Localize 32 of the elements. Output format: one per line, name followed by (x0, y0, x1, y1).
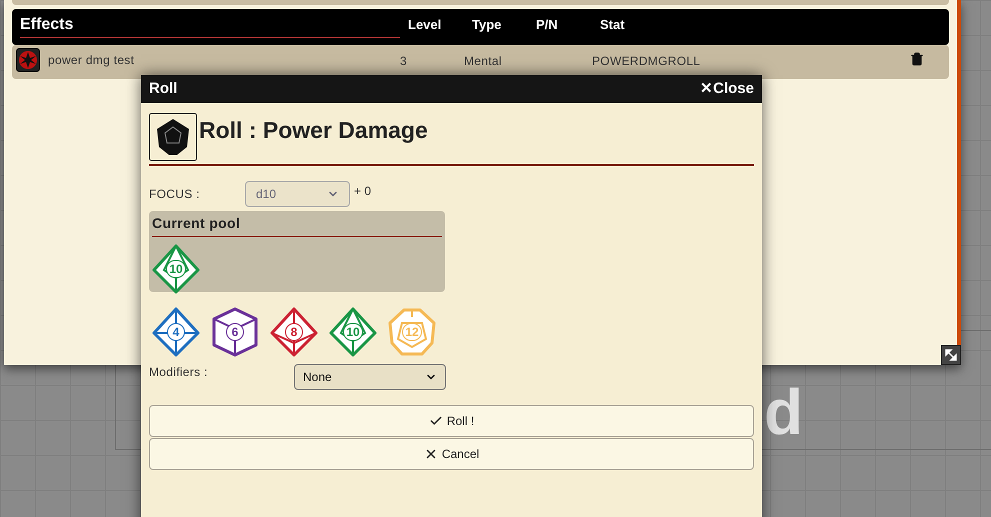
modifiers-select[interactable]: None (294, 364, 446, 390)
table-cell-text: POWERDMGROLL (592, 53, 702, 70)
dodecahedron-icon (149, 113, 197, 162)
resize-handle[interactable] (941, 345, 961, 365)
effect-name: power dmg test (48, 52, 134, 69)
die-button[interactable]: 10 (328, 306, 378, 356)
modifiers-label: Modifiers : (149, 364, 209, 380)
focus-select[interactable]: d10 (245, 180, 350, 206)
die-button[interactable]: 10 (151, 244, 201, 294)
column-header: Type (472, 17, 502, 32)
focus-label: FOCUS : (149, 186, 201, 202)
dialog-title: Roll (149, 78, 178, 99)
column-header: Level (408, 17, 442, 32)
table-cell-text: 3 (400, 53, 408, 70)
focus-bonus: + 0 (354, 182, 372, 200)
die-icon (388, 306, 436, 356)
pool-title: Current pool (152, 214, 240, 230)
die-button[interactable]: 8 (269, 306, 319, 356)
close-button[interactable]: ✕Close (700, 78, 754, 100)
check-icon (428, 414, 443, 428)
cancel-button[interactable]: Cancel (149, 438, 754, 470)
roll-button[interactable]: Roll ! (149, 404, 754, 436)
column-header: Stat (600, 17, 625, 32)
background-letter: d (764, 380, 804, 444)
column-header: P/N (536, 17, 558, 32)
burst-icon (16, 48, 40, 72)
die-button[interactable]: 6 (210, 306, 260, 356)
delete-icon[interactable] (910, 52, 924, 66)
dialog-heading: Roll : Power Damage (199, 116, 428, 145)
table-cell-text: Mental (464, 53, 503, 70)
die-button[interactable]: 4 (151, 306, 201, 356)
column-header: Effects (20, 16, 74, 33)
